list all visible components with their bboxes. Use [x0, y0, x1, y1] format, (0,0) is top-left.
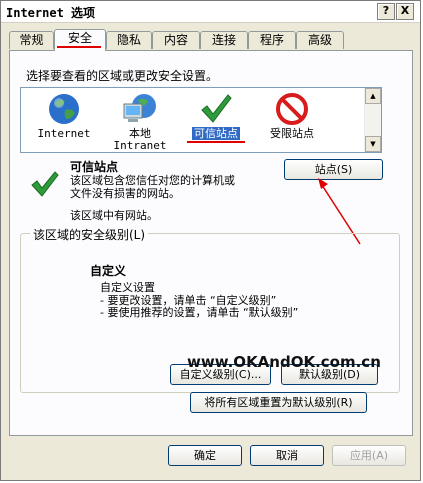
apply-button[interactable]: 应用(A)	[332, 445, 406, 466]
zone-restricted-sites[interactable]: 受限站点	[257, 90, 327, 150]
checkmark-icon	[201, 94, 232, 123]
panel-content: 选择要查看的区域或更改安全设置。 Internet 本地 Intranet 可信…	[0, 0, 423, 483]
zone-local-intranet[interactable]: 本地 Intranet	[105, 90, 175, 152]
reset-all-zones-button[interactable]: 将所有区域重置为默认级别(R)	[190, 392, 367, 413]
globe-icon	[49, 94, 79, 124]
zone-internet[interactable]: Internet	[29, 90, 99, 150]
ok-button[interactable]: 确定	[168, 445, 242, 466]
annotation-underline-zone	[187, 141, 245, 143]
trusted-checkmark-icon	[31, 171, 59, 197]
zone-label: Internet	[37, 127, 91, 140]
zone-label-line2: Intranet	[113, 139, 167, 152]
level-line3: - 要使用推荐的设置，请单击 “默认级别”	[100, 306, 299, 319]
scroll-up-button[interactable]: ▲	[365, 88, 381, 104]
watermark-text: www.OKAndOK.com.cn	[187, 353, 381, 371]
cancel-button[interactable]: 取消	[250, 445, 324, 466]
security-level-legend: 该区域的安全级别(L)	[30, 226, 149, 243]
scroll-down-button[interactable]: ▼	[365, 136, 381, 152]
level-title: 自定义	[90, 264, 127, 278]
zone-label: 可信站点	[192, 127, 240, 140]
zone-list-scrollbar[interactable]: ▲ ▼	[364, 88, 381, 152]
annotation-underline-tab	[57, 46, 101, 48]
zone-label: 受限站点	[270, 127, 314, 140]
zone-note: 该区域中有网站。	[70, 209, 158, 222]
zone-description-line2: 文件没有损害的网站。	[70, 187, 180, 200]
zone-instruction: 选择要查看的区域或更改安全设置。	[26, 69, 219, 83]
prohibited-icon	[276, 93, 308, 125]
zone-list[interactable]: Internet 本地 Intranet 可信站点 受限站点 ▲ ▼	[20, 87, 382, 153]
computer-network-icon	[123, 94, 156, 122]
